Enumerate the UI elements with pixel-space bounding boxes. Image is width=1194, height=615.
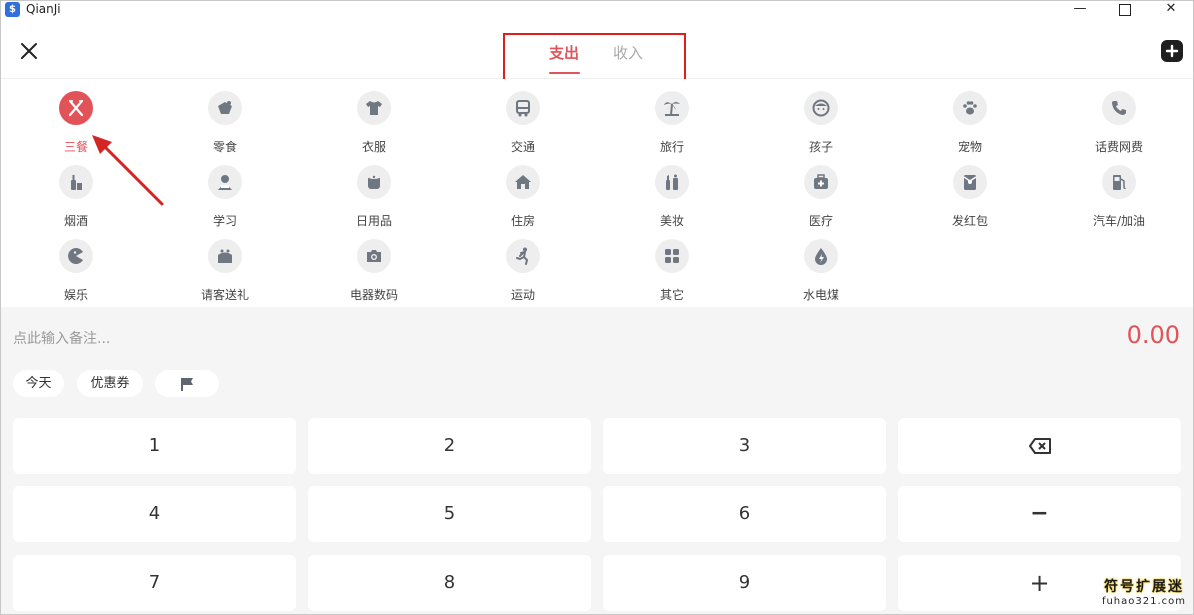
category-label: 交通 — [510, 140, 535, 154]
category-medical[interactable]: 医疗 — [771, 165, 871, 228]
category-travel[interactable]: 旅行 — [622, 91, 722, 154]
category-label: 运动 — [510, 288, 535, 302]
key-4[interactable]: 4 — [13, 486, 296, 542]
date-chip[interactable]: 今天 — [13, 370, 64, 397]
phone-icon — [1112, 101, 1126, 115]
category-electronics[interactable]: 电器数码 — [324, 239, 424, 302]
category-label: 美妆 — [659, 214, 684, 228]
key-9[interactable]: 9 — [603, 555, 886, 611]
palm-tree-icon — [664, 102, 680, 116]
key-1[interactable]: 1 — [13, 418, 296, 474]
key-2[interactable]: 2 — [308, 418, 591, 474]
backspace-icon — [1029, 438, 1051, 454]
category-label: 汽车/加油 — [1092, 214, 1146, 228]
category-car-fuel[interactable]: 汽车/加油 — [1069, 165, 1169, 228]
flag-chip[interactable] — [155, 370, 219, 397]
category-label: 烟酒 — [63, 214, 88, 228]
add-button[interactable] — [1161, 40, 1183, 62]
camera-icon — [367, 250, 381, 262]
category-red-packet[interactable]: 发红包 — [920, 165, 1020, 228]
category-label: 发红包 — [951, 214, 988, 228]
medical-kit-icon — [814, 174, 828, 189]
maximize-icon — [1119, 4, 1131, 16]
category-study[interactable]: 学习 — [175, 165, 275, 228]
category-label: 水电煤 — [802, 288, 839, 302]
category-label: 电器数码 — [349, 288, 398, 302]
category-clothes[interactable]: 衣服 — [324, 91, 424, 154]
bus-icon — [516, 100, 530, 117]
category-cosmetics[interactable]: 美妆 — [622, 165, 722, 228]
water-drop-icon — [815, 248, 827, 265]
category-label: 话费网费 — [1094, 140, 1143, 154]
key-7[interactable]: 7 — [13, 555, 296, 611]
coupon-chip[interactable]: 优惠券 — [77, 370, 143, 397]
header: 支出 收入 — [0, 20, 1194, 105]
category-label: 请客送礼 — [200, 288, 249, 302]
bottle-icon — [71, 175, 82, 190]
category-label: 娱乐 — [63, 288, 88, 302]
student-icon — [218, 175, 232, 190]
category-label: 旅行 — [659, 140, 684, 154]
note-input[interactable]: 点此输入备注... — [13, 328, 110, 348]
category-housing[interactable]: 住房 — [473, 165, 573, 228]
minimize-button[interactable]: — — [1057, 0, 1103, 20]
category-children[interactable]: 孩子 — [771, 91, 871, 154]
category-snacks[interactable]: 零食 — [175, 91, 275, 154]
close-button[interactable] — [18, 40, 40, 62]
category-daily-necessities[interactable]: 日用品 — [324, 165, 424, 228]
category-entertainment[interactable]: 娱乐 — [26, 239, 126, 302]
house-icon — [515, 175, 531, 189]
entry-panel: 点此输入备注... 0.00 今天 优惠券 1 2 3 4 5 6 − 7 8 … — [0, 307, 1194, 615]
watermark: 符号扩展迷 fuhao321.com — [1096, 576, 1192, 614]
annotation-arrow — [92, 135, 164, 206]
runner-icon — [516, 247, 529, 265]
fork-knife-icon — [68, 99, 84, 117]
key-3[interactable]: 3 — [603, 418, 886, 474]
watermark-url: fuhao321.com — [1101, 596, 1187, 607]
maximize-button[interactable] — [1102, 0, 1148, 20]
category-label: 医疗 — [808, 214, 833, 228]
cosmetics-icon — [666, 174, 678, 190]
close-window-button[interactable]: ✕ — [1148, 0, 1194, 20]
category-label: 零食 — [212, 140, 237, 154]
category-label: 孩子 — [808, 140, 833, 154]
key-6[interactable]: 6 — [603, 486, 886, 542]
category-utilities[interactable]: 水电煤 — [771, 239, 871, 302]
backspace-button[interactable] — [898, 418, 1181, 474]
window-title: QianJi — [26, 2, 61, 16]
category-gifts[interactable]: 请客送礼 — [175, 239, 275, 302]
grid-icon — [665, 249, 679, 263]
paw-icon — [963, 101, 977, 115]
watermark-title: 符号扩展迷 — [1104, 579, 1184, 595]
close-icon — [21, 43, 37, 59]
category-label: 其它 — [659, 288, 684, 302]
category-pets[interactable]: 宠物 — [920, 91, 1020, 154]
title-bar: $ QianJi — ✕ — [0, 0, 1194, 20]
app-icon: $ — [5, 2, 20, 17]
snack-icon — [218, 101, 232, 114]
key-8[interactable]: 8 — [308, 555, 591, 611]
category-grid: 三餐 零食 衣服 交通 旅行 孩子 宠物 话费网费 烟酒 学习 日用品 住房 美… — [0, 79, 1194, 307]
tissue-roll-icon — [368, 175, 380, 189]
key-minus[interactable]: − — [898, 486, 1181, 542]
gift-icon — [218, 249, 232, 263]
category-label: 住房 — [510, 214, 535, 228]
pacman-icon — [68, 248, 83, 264]
key-5[interactable]: 5 — [308, 486, 591, 542]
amount-display: 0.00 — [1126, 321, 1180, 349]
category-label: 学习 — [212, 214, 237, 228]
category-sports[interactable]: 运动 — [473, 239, 573, 302]
category-label: 宠物 — [957, 140, 982, 154]
category-transport[interactable]: 交通 — [473, 91, 573, 154]
shirt-icon — [366, 101, 382, 115]
category-label: 衣服 — [361, 140, 386, 154]
red-packet-icon — [963, 175, 977, 190]
category-phone-internet[interactable]: 话费网费 — [1069, 91, 1169, 154]
child-face-icon — [812, 99, 830, 117]
flag-icon — [181, 378, 193, 391]
plus-icon — [1165, 44, 1179, 58]
category-label: 日用品 — [355, 214, 392, 228]
gas-pump-icon — [1113, 175, 1126, 190]
category-other[interactable]: 其它 — [622, 239, 722, 302]
